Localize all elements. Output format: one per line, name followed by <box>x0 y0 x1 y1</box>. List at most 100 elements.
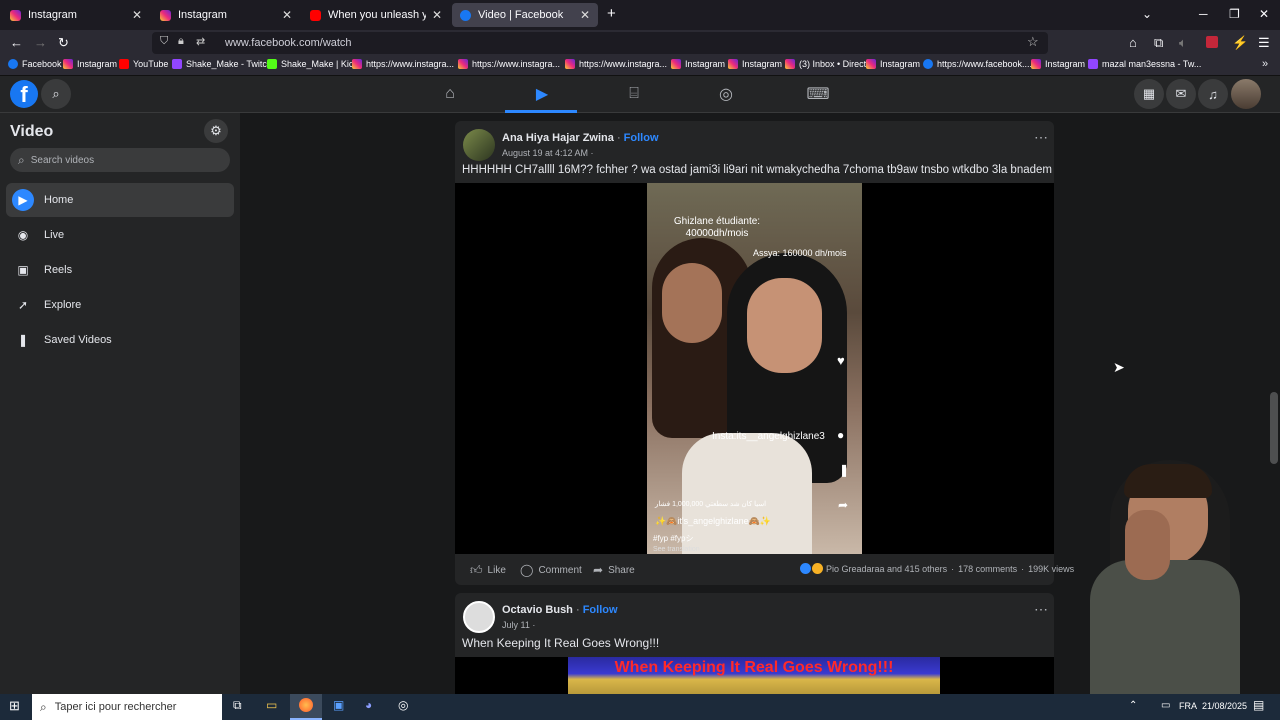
video-player[interactable]: Ghizlane étudiante: 40000dh/mois Assya: … <box>455 183 1054 554</box>
follow-button[interactable]: Follow <box>624 132 659 144</box>
bookmark-item[interactable]: Shake_Make - Twitch <box>172 59 272 69</box>
network-icon[interactable]: ▭ <box>1161 700 1170 711</box>
minimize-button[interactable]: ─ <box>1199 7 1208 21</box>
windows-start-icon[interactable]: ⊞ <box>9 698 20 714</box>
sidebar-item-live[interactable]: ◉ Live <box>6 218 234 252</box>
messenger-icon[interactable]: ✉ <box>1166 79 1196 109</box>
bookmark-star-icon[interactable]: ☆ <box>1027 34 1039 50</box>
streamer-shirt <box>1090 560 1240 694</box>
close-tab-icon[interactable]: ✕ <box>580 8 590 22</box>
maximize-button[interactable]: ❐ <box>1229 7 1240 21</box>
browser-tab[interactable]: When you unleash your tru ✕ <box>302 3 450 27</box>
bookmark-item[interactable]: Facebook <box>8 59 62 69</box>
sidebar-item-reels[interactable]: ▣ Reels <box>6 253 234 287</box>
system-date[interactable]: 21/08/2025 <box>1202 701 1247 711</box>
close-tab-icon[interactable]: ✕ <box>132 8 142 22</box>
comments-count[interactable]: 178 comments <box>958 564 1017 574</box>
author-avatar[interactable] <box>463 601 495 633</box>
reload-button[interactable]: ↻ <box>58 35 69 51</box>
video-frame: Ghizlane étudiante: 40000dh/mois Assya: … <box>647 183 862 554</box>
browser-tab[interactable]: Instagram ✕ <box>152 3 300 27</box>
language-indicator[interactable]: FRA <box>1179 701 1197 711</box>
comment-button[interactable]: ◯ Comment <box>520 563 582 577</box>
post-author[interactable]: Ana Hiya Hajar Zwina <box>502 132 614 144</box>
gaming-nav-icon[interactable]: ⌨ <box>798 82 838 106</box>
groups-nav-icon[interactable]: ◎ <box>706 82 746 106</box>
search-icon: ⌕ <box>40 699 47 714</box>
facebook-icon <box>8 59 18 69</box>
bookmark-item[interactable]: Instagram <box>728 59 782 69</box>
home-icon[interactable]: ⌂ <box>1129 35 1137 50</box>
bookmark-item[interactable]: YouTube <box>119 59 168 69</box>
facebook-logo[interactable]: f <box>10 80 38 108</box>
video-player[interactable]: When Keeping It Real Goes Wrong!!! <box>455 657 1054 694</box>
more-bookmarks-icon[interactable]: » <box>1262 58 1268 70</box>
file-explorer-icon[interactable]: ▭ <box>266 698 277 712</box>
youtube-icon <box>119 59 129 69</box>
bookmark-item[interactable]: https://www.instagra... <box>352 59 454 69</box>
comment-bubble-icon: ● <box>837 428 845 442</box>
clothing <box>682 433 812 554</box>
browser-tab-active[interactable]: Video | Facebook ✕ <box>452 3 598 27</box>
more-options-icon[interactable]: ⋯ <box>1034 129 1048 146</box>
obs-icon[interactable]: ◎ <box>398 698 408 712</box>
bookmark-item[interactable]: Instagram <box>671 59 725 69</box>
bookmark-item[interactable]: https://www.instagra... <box>565 59 667 69</box>
taskbar-firefox[interactable] <box>290 694 322 720</box>
post-author[interactable]: Octavio Bush <box>502 604 573 616</box>
reactions-count[interactable]: Pio Greadaraa and 415 others <box>826 564 947 574</box>
new-tab-button[interactable]: + <box>607 5 616 22</box>
task-view-icon[interactable]: ⧉ <box>233 698 242 713</box>
bookmark-item[interactable]: (3) Inbox • Direct <box>785 59 866 69</box>
bookmark-item[interactable]: Instagram <box>1031 59 1085 69</box>
close-window-button[interactable]: ✕ <box>1259 7 1269 21</box>
live-icon: ◉ <box>17 228 29 242</box>
bookmark-item[interactable]: Instagram <box>63 59 117 69</box>
search-icon[interactable]: ⌕ <box>41 79 71 109</box>
video-post: Ana Hiya Hajar Zwina · Follow August 19 … <box>455 121 1074 585</box>
marketplace-nav-icon[interactable]: ⌸ <box>614 82 654 106</box>
video-nav-icon[interactable]: ▶ <box>522 82 562 106</box>
tray-arrow-icon[interactable]: ⌃ <box>1129 700 1137 711</box>
bookmark-item[interactable]: https://www.instagra... <box>458 59 560 69</box>
see-translation-link[interactable]: See translation <box>653 546 700 553</box>
search-videos-input[interactable]: ⌕ Search videos <box>10 148 230 172</box>
extension-icon[interactable]: ⚡ <box>1232 35 1248 51</box>
back-button[interactable]: ← <box>10 35 23 50</box>
settings-gear-icon[interactable]: ⚙ <box>204 119 228 143</box>
notifications-bell-icon[interactable]: ♫ <box>1198 79 1228 109</box>
reels-icon: ▣ <box>17 263 29 277</box>
menu-icon[interactable]: ☰ <box>1258 35 1270 51</box>
bookmark-icon: ❚ <box>17 333 29 347</box>
tab-list-button[interactable]: ⌄ <box>1142 7 1152 21</box>
notifications-icon[interactable]: ▤ <box>1253 698 1264 712</box>
sound-icon[interactable]: 🔈︎ <box>1179 35 1187 51</box>
home-nav-icon[interactable]: ⌂ <box>430 82 470 106</box>
sidebar-item-home[interactable]: ▶ Home <box>6 183 234 217</box>
shield-icon: ⛉ <box>160 35 169 47</box>
menu-grid-icon[interactable]: ▦ <box>1134 79 1164 109</box>
follow-button[interactable]: Follow <box>583 604 618 616</box>
browser-tab[interactable]: Instagram ✕ <box>2 3 150 27</box>
close-tab-icon[interactable]: ✕ <box>432 8 442 22</box>
author-avatar[interactable] <box>463 129 495 161</box>
video-post: Octavio Bush · Follow July 11 · ⋯ When K… <box>455 593 1054 694</box>
video-sidebar: Video ⚙ ⌕ Search videos ▶ Home ◉ Live ▣ … <box>0 113 240 695</box>
close-tab-icon[interactable]: ✕ <box>282 8 292 22</box>
bookmark-item[interactable]: Shake_Make | Kick <box>267 59 358 69</box>
share-button[interactable]: ➦ Share <box>593 563 635 577</box>
store-icon[interactable]: ▣ <box>333 698 344 712</box>
taskbar-search-box[interactable]: ⌕ Taper ici pour rechercher <box>32 694 222 720</box>
extensions-icon[interactable]: ⧉ <box>1154 35 1163 51</box>
profile-avatar[interactable] <box>1231 79 1261 109</box>
sidebar-item-explore[interactable]: ➚ Explore <box>6 288 234 322</box>
forward-button[interactable]: → <box>34 35 47 50</box>
bookmark-item[interactable]: mazal man3essna - Tw... <box>1088 59 1201 69</box>
bookmark-item[interactable]: https://www.facebook.... <box>923 59 1032 69</box>
extension-icon[interactable] <box>1206 36 1218 48</box>
sidebar-item-saved-videos[interactable]: ❚ Saved Videos <box>6 323 234 357</box>
like-button[interactable]: 👍︎ Like <box>470 563 506 578</box>
kick-icon <box>267 59 277 69</box>
bookmark-item[interactable]: Instagram <box>866 59 920 69</box>
discord-icon[interactable]: ◕ <box>365 698 372 712</box>
